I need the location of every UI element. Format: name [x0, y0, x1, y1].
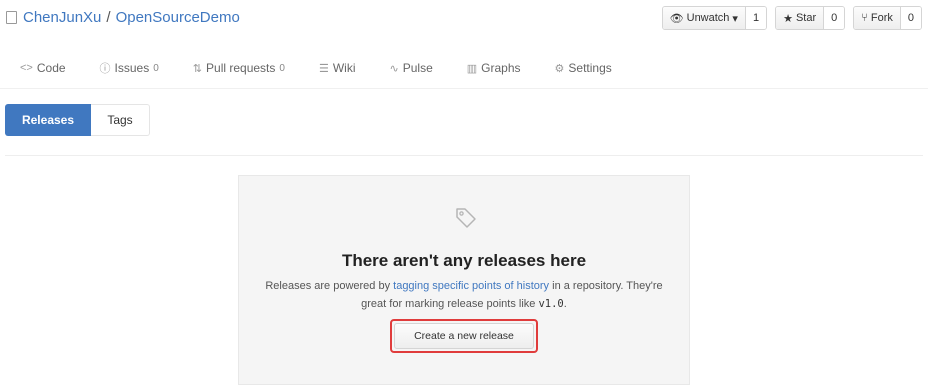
- repo-actions: 👁 Unwatch ▾ 1 ★ Star 0 ⑂ Fork 0: [661, 6, 922, 30]
- repo-icon: [6, 11, 17, 24]
- nav-pulls-label: Pull requests: [206, 61, 276, 75]
- nav-divider: [0, 88, 928, 89]
- watch-count[interactable]: 1: [745, 7, 767, 29]
- nav-code-label: Code: [36, 61, 66, 75]
- repo-separator: /: [106, 9, 111, 26]
- fork-label: Fork: [870, 12, 893, 24]
- repo-name-link[interactable]: OpenSourceDemo: [116, 9, 240, 26]
- repo-nav: <> Code ⓘ Issues 0 ⇅ Pull requests 0 ☰ W…: [20, 60, 646, 76]
- create-release-button[interactable]: Create a new release: [394, 323, 534, 349]
- content-divider: [5, 155, 923, 156]
- graph-icon: ▥: [466, 62, 478, 75]
- blankslate: There aren't any releases here Releases …: [238, 175, 690, 385]
- tagging-help-link[interactable]: tagging specific points of history: [393, 280, 549, 292]
- fork-icon: ⑂: [861, 12, 868, 24]
- nav-pulse-label: Pulse: [402, 61, 433, 75]
- create-release-highlight: Create a new release: [390, 319, 538, 353]
- nav-pull-requests[interactable]: ⇅ Pull requests 0: [193, 60, 285, 76]
- watch-group: 👁 Unwatch ▾ 1: [661, 6, 768, 30]
- nav-graphs-label: Graphs: [481, 61, 521, 75]
- desc-text-start: Releases are powered by: [265, 280, 394, 292]
- nav-graphs[interactable]: ▥ Graphs: [467, 60, 521, 76]
- gear-icon: ⚙: [554, 62, 565, 75]
- nav-code[interactable]: <> Code: [20, 60, 66, 76]
- blankslate-title: There aren't any releases here: [341, 251, 587, 270]
- nav-wiki-label: Wiki: [332, 61, 356, 75]
- issue-icon: ⓘ: [99, 63, 111, 75]
- blankslate-description: Releases are powered by tagging specific…: [259, 277, 669, 313]
- unwatch-button[interactable]: 👁 Unwatch ▾: [662, 7, 746, 29]
- star-group: ★ Star 0: [775, 6, 846, 30]
- book-icon: ☰: [318, 62, 329, 75]
- pull-request-icon: ⇅: [192, 62, 203, 75]
- fork-group: ⑂ Fork 0: [853, 6, 922, 30]
- repo-owner-link[interactable]: ChenJunXu: [23, 9, 101, 26]
- caret-down-icon: ▾: [732, 12, 738, 25]
- nav-pulse[interactable]: ∿ Pulse: [390, 60, 433, 76]
- star-icon: ★: [783, 12, 793, 25]
- fork-count[interactable]: 0: [900, 7, 921, 29]
- tag-icon: [454, 206, 478, 235]
- pulse-icon: ∿: [389, 62, 399, 75]
- nav-settings-label: Settings: [568, 61, 612, 75]
- desc-text-end: .: [563, 298, 567, 310]
- release-tabs: Releases Tags: [5, 104, 150, 136]
- eye-icon: 👁: [669, 12, 684, 25]
- star-button[interactable]: ★ Star: [776, 7, 825, 29]
- repo-title: ChenJunXu / OpenSourceDemo: [6, 9, 240, 26]
- unwatch-label: Unwatch: [686, 12, 730, 24]
- version-example: v1.0: [538, 298, 564, 310]
- fork-button[interactable]: ⑂ Fork: [854, 7, 901, 29]
- tab-tags[interactable]: Tags: [91, 104, 150, 136]
- star-count[interactable]: 0: [824, 7, 845, 29]
- nav-issues[interactable]: ⓘ Issues 0: [100, 60, 159, 76]
- tab-releases[interactable]: Releases: [5, 104, 91, 136]
- nav-wiki[interactable]: ☰ Wiki: [319, 60, 356, 76]
- pulls-count-badge: 0: [279, 62, 285, 74]
- issues-count-badge: 0: [153, 62, 159, 74]
- code-icon: <>: [20, 62, 33, 74]
- star-label: Star: [795, 12, 817, 24]
- nav-settings[interactable]: ⚙ Settings: [555, 60, 612, 76]
- nav-issues-label: Issues: [114, 61, 150, 75]
